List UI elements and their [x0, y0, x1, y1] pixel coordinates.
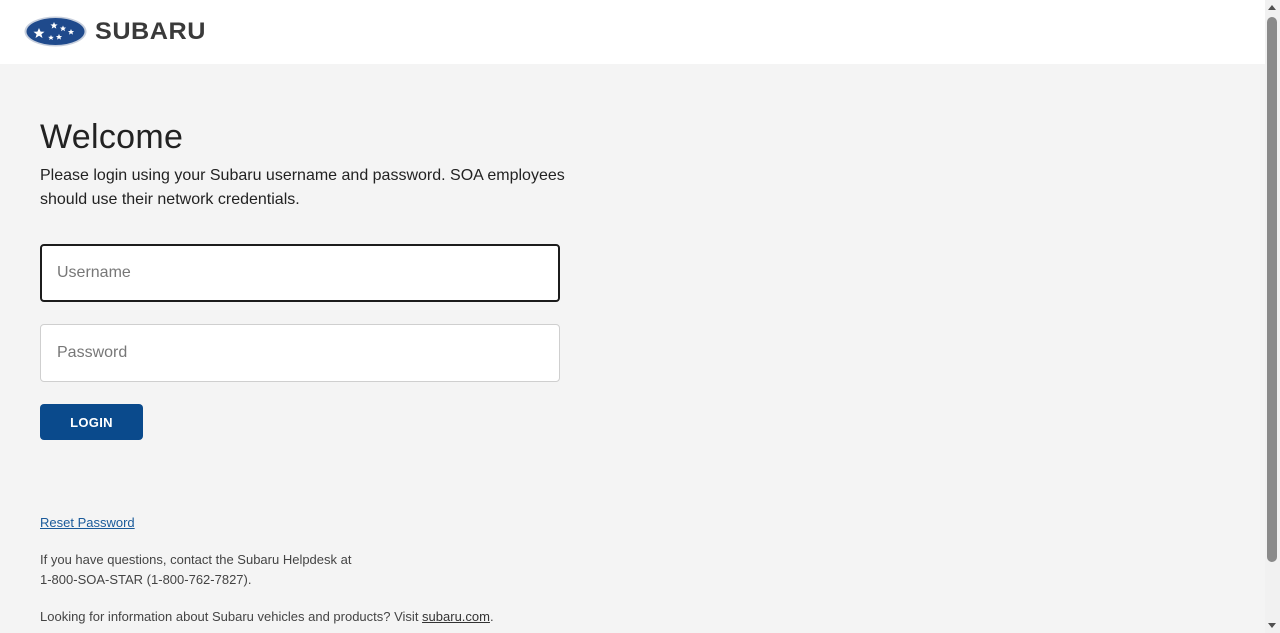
brand-wordmark: SUBARU: [95, 18, 206, 45]
scroll-up-arrow-icon[interactable]: [1268, 5, 1276, 10]
subaru-logo[interactable]: SUBARU: [24, 16, 205, 47]
login-section: Welcome Please login using your Subaru u…: [0, 64, 1265, 633]
subaru-com-link[interactable]: subaru.com: [422, 609, 490, 624]
page-title: Welcome: [40, 118, 184, 156]
helpdesk-line-1: If you have questions, contact the Subar…: [40, 552, 352, 567]
vehicles-info: Looking for information about Subaru veh…: [40, 607, 494, 627]
vehicles-text: Looking for information about Subaru veh…: [40, 609, 423, 624]
site-header: SUBARU: [0, 0, 1265, 64]
scrollbar-thumb[interactable]: [1267, 17, 1277, 562]
subaru-emblem-icon: [24, 16, 87, 47]
login-instructions: Please login using your Subaru username …: [40, 167, 565, 208]
login-page: SUBARU Welcome Please login using your S…: [0, 0, 1280, 633]
vehicles-period: .: [489, 609, 494, 624]
vertical-scrollbar[interactable]: [1265, 0, 1280, 633]
username-input[interactable]: [40, 244, 560, 302]
login-button[interactable]: LOGIN: [40, 404, 143, 440]
scroll-down-arrow-icon[interactable]: [1268, 623, 1276, 628]
reset-password-link[interactable]: Reset Password: [40, 515, 135, 530]
helpdesk-phone: 1-800-SOA-STAR (1-800-762-7827).: [40, 572, 252, 587]
helpdesk-info: If you have questions, contact the Subar…: [40, 550, 351, 590]
password-input[interactable]: [40, 324, 560, 382]
